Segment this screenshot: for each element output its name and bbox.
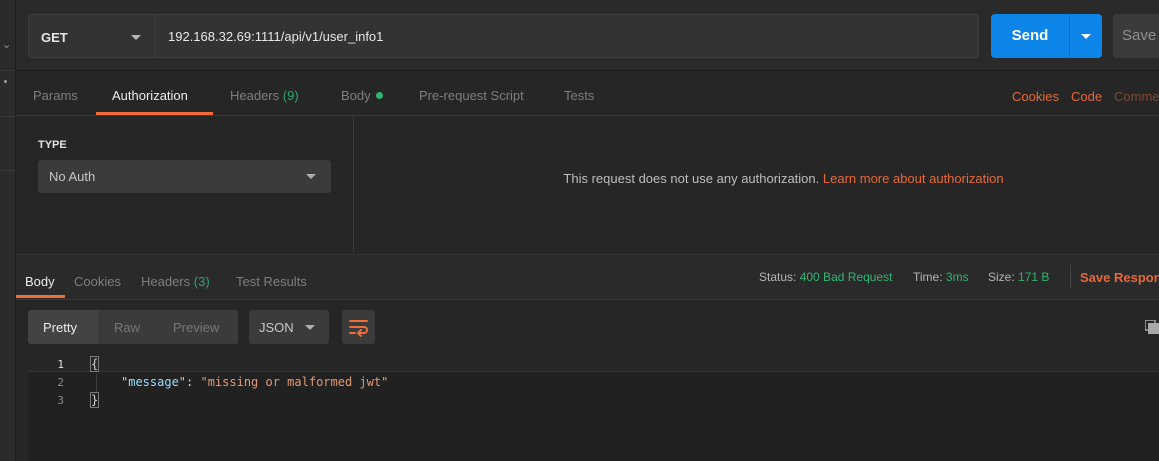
request-tabs: Params Authorization Headers (9) Body Pr… (16, 71, 1159, 116)
auth-message-text: This request does not use any authorizat… (563, 171, 820, 186)
type-label: TYPE (38, 139, 67, 151)
method-label: GET (41, 30, 68, 45)
copy-icon[interactable] (1145, 320, 1159, 334)
headers-count: (9) (282, 88, 299, 103)
save-response-button[interactable]: Save Respon (1080, 270, 1159, 285)
wrap-icon (349, 320, 368, 337)
code-line: { (89, 356, 100, 372)
wrap-lines-button[interactable] (342, 310, 375, 344)
tab-test-results[interactable]: Test Results (236, 274, 307, 289)
format-value: JSON (259, 320, 294, 335)
status-info: Status: 400 Bad Request (759, 270, 892, 284)
send-dropdown-button[interactable] (1069, 14, 1102, 58)
open-brace: { (89, 356, 100, 372)
status-badge: 400 Bad Request (799, 270, 893, 284)
size-info: Size: 171 B (988, 270, 1049, 284)
raw-button[interactable]: Raw (114, 320, 140, 335)
size-label: Size: (988, 270, 1015, 284)
save-button[interactable]: Save (1113, 14, 1159, 58)
current-line-highlight (28, 356, 1159, 372)
divider (0, 70, 15, 71)
auth-message: This request does not use any authorizat… (354, 171, 1159, 186)
json-colon: : (186, 375, 201, 389)
chevron-down-icon (1081, 34, 1091, 39)
divider (1070, 265, 1071, 288)
code-line: "message": "missing or malformed jwt" (121, 375, 388, 389)
size-value: 171 B (1018, 270, 1050, 284)
tab-authorization[interactable]: Authorization (112, 88, 188, 103)
time-info: Time: 3ms (913, 270, 969, 284)
code-link[interactable]: Code (1071, 89, 1102, 104)
indent-guide (96, 373, 97, 393)
auth-type-select[interactable]: No Auth (38, 160, 331, 193)
url-field-wrapper (155, 14, 979, 58)
line-number: 1 (57, 358, 64, 371)
comments-link[interactable]: Comme (1114, 89, 1159, 104)
method-select[interactable]: GET (28, 14, 155, 58)
learn-more-link[interactable]: Learn more about authorization (823, 171, 1004, 186)
tab-response-body[interactable]: Body (25, 274, 55, 289)
status-label: Status: (759, 270, 797, 284)
close-brace: } (89, 392, 100, 408)
send-button[interactable]: Send (991, 14, 1069, 58)
sidebar-gutter: ⌄ (0, 0, 16, 461)
json-value: "missing or malformed jwt" (200, 375, 389, 389)
response-headers-count: (3) (193, 274, 210, 289)
active-tab-indicator (16, 295, 65, 298)
tab-headers[interactable]: Headers (9) (230, 88, 299, 103)
tab-body-label: Body (341, 88, 371, 103)
tab-prerequest-script[interactable]: Pre-request Script (419, 88, 524, 103)
json-key: "message" (121, 375, 187, 389)
auth-type-value: No Auth (49, 169, 96, 184)
code-line: } (89, 392, 100, 408)
time-label: Time: (913, 270, 943, 284)
cookies-link[interactable]: Cookies (1012, 89, 1059, 104)
active-tab-indicator (96, 112, 213, 115)
divider (0, 116, 15, 117)
chevron-down-icon (306, 174, 316, 179)
pretty-button[interactable]: Pretty (43, 320, 77, 335)
tab-headers-label: Headers (230, 88, 280, 103)
response-tabs: Body Cookies Headers (3) Test Results St… (16, 254, 1159, 300)
tab-body[interactable]: Body (341, 88, 383, 103)
preview-button[interactable]: Preview (173, 320, 219, 335)
chevron-down-icon (131, 35, 141, 40)
format-select[interactable]: JSON (249, 310, 329, 344)
dot-icon (4, 80, 7, 83)
url-input[interactable] (156, 15, 978, 57)
tab-response-cookies[interactable]: Cookies (74, 274, 121, 289)
tab-response-headers-label: Headers (141, 274, 191, 289)
tab-params[interactable]: Params (33, 88, 78, 103)
divider (0, 170, 15, 171)
status-dot-icon (375, 92, 383, 99)
line-number: 3 (57, 394, 64, 407)
chevron-icon[interactable]: ⌄ (2, 38, 11, 51)
tab-tests[interactable]: Tests (564, 88, 594, 103)
time-value: 3ms (945, 270, 969, 284)
tab-response-headers[interactable]: Headers (3) (141, 274, 210, 289)
line-number: 2 (57, 376, 64, 389)
chevron-down-icon (305, 325, 315, 330)
